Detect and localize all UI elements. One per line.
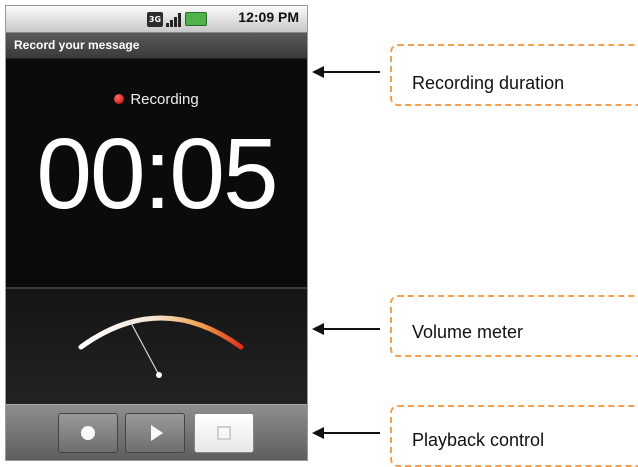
callout-label: Recording duration — [412, 73, 565, 93]
arrow-volume-head — [312, 323, 324, 335]
callout-recording-duration: Recording duration — [390, 44, 638, 106]
arrow-duration-head — [312, 66, 324, 78]
callout-playback-control: Playback control — [390, 405, 638, 467]
callout-label: Playback control — [412, 430, 545, 450]
arrow-playback-head — [312, 427, 324, 439]
callout-label: Volume meter — [412, 322, 524, 342]
callout-volume-meter: Volume meter — [390, 295, 638, 357]
